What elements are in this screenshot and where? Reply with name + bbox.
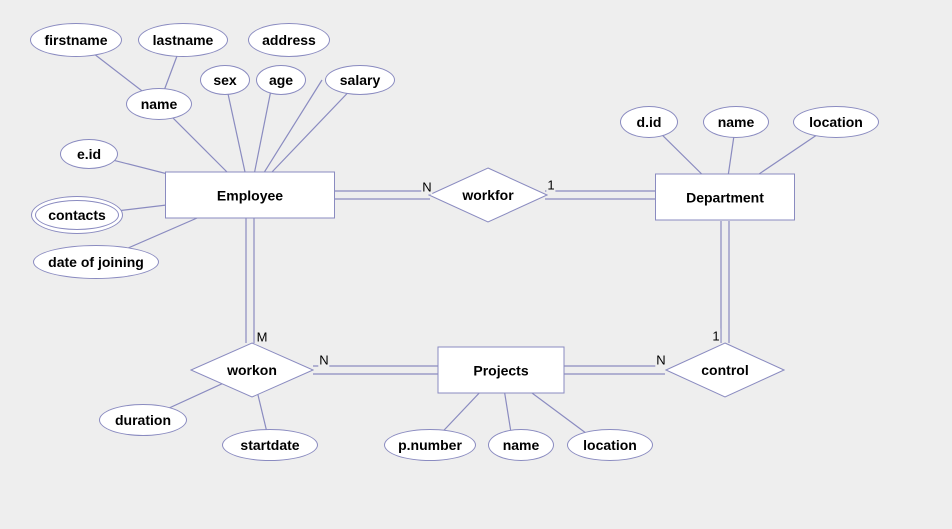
attr-lastname-label: lastname — [153, 32, 214, 48]
attr-sex: sex — [200, 65, 250, 95]
entity-department: Department — [655, 174, 795, 221]
attr-name-emp: name — [126, 88, 192, 120]
attr-pnumber-label: p.number — [398, 437, 462, 453]
card-control-left: N — [655, 353, 666, 368]
attr-address: address — [248, 23, 330, 57]
attr-location-proj-label: location — [583, 437, 637, 453]
relationship-control-label: control — [701, 362, 748, 378]
attr-name-dept-label: name — [718, 114, 755, 130]
attr-contacts: contacts — [31, 196, 123, 234]
entity-projects: Projects — [438, 347, 565, 394]
card-workfor-right: 1 — [546, 178, 555, 193]
attr-sex-label: sex — [213, 72, 236, 88]
relationship-control: control — [665, 342, 785, 398]
attr-age: age — [256, 65, 306, 95]
attr-dateofjoining-label: date of joining — [48, 254, 144, 270]
card-workfor-left: N — [421, 180, 432, 195]
attr-did: d.id — [620, 106, 678, 138]
attr-duration: duration — [99, 404, 187, 436]
relationship-workon: workon — [190, 342, 314, 398]
attr-salary: salary — [325, 65, 395, 95]
relationship-workfor-label: workfor — [462, 187, 513, 203]
attr-name-proj-label: name — [503, 437, 540, 453]
relationship-workfor: workfor — [428, 167, 548, 223]
entity-projects-label: Projects — [473, 362, 528, 378]
entity-department-label: Department — [686, 189, 764, 205]
attr-eid: e.id — [60, 139, 118, 169]
attr-eid-label: e.id — [77, 146, 101, 162]
er-diagram: Employee Department Projects workfor wor… — [0, 0, 952, 529]
card-workon-right: N — [318, 353, 329, 368]
attr-lastname: lastname — [138, 23, 228, 57]
attr-address-label: address — [262, 32, 316, 48]
attr-startdate-label: startdate — [240, 437, 299, 453]
entity-employee: Employee — [165, 172, 335, 219]
attr-age-label: age — [269, 72, 293, 88]
attr-firstname-label: firstname — [44, 32, 107, 48]
entity-employee-label: Employee — [217, 187, 283, 203]
relationship-workon-label: workon — [227, 362, 277, 378]
attr-location-dept-label: location — [809, 114, 863, 130]
card-control-top: 1 — [711, 329, 720, 344]
attr-name-dept: name — [703, 106, 769, 138]
attr-firstname: firstname — [30, 23, 122, 57]
attr-startdate: startdate — [222, 429, 318, 461]
attr-name-emp-label: name — [141, 96, 178, 112]
attr-salary-label: salary — [340, 72, 380, 88]
attr-location-dept: location — [793, 106, 879, 138]
attr-duration-label: duration — [115, 412, 171, 428]
attr-contacts-label: contacts — [48, 207, 106, 223]
attr-name-proj: name — [488, 429, 554, 461]
card-workon-top: M — [256, 330, 269, 345]
attr-dateofjoining: date of joining — [33, 245, 159, 279]
attr-location-proj: location — [567, 429, 653, 461]
attr-pnumber: p.number — [384, 429, 476, 461]
attr-did-label: d.id — [637, 114, 662, 130]
